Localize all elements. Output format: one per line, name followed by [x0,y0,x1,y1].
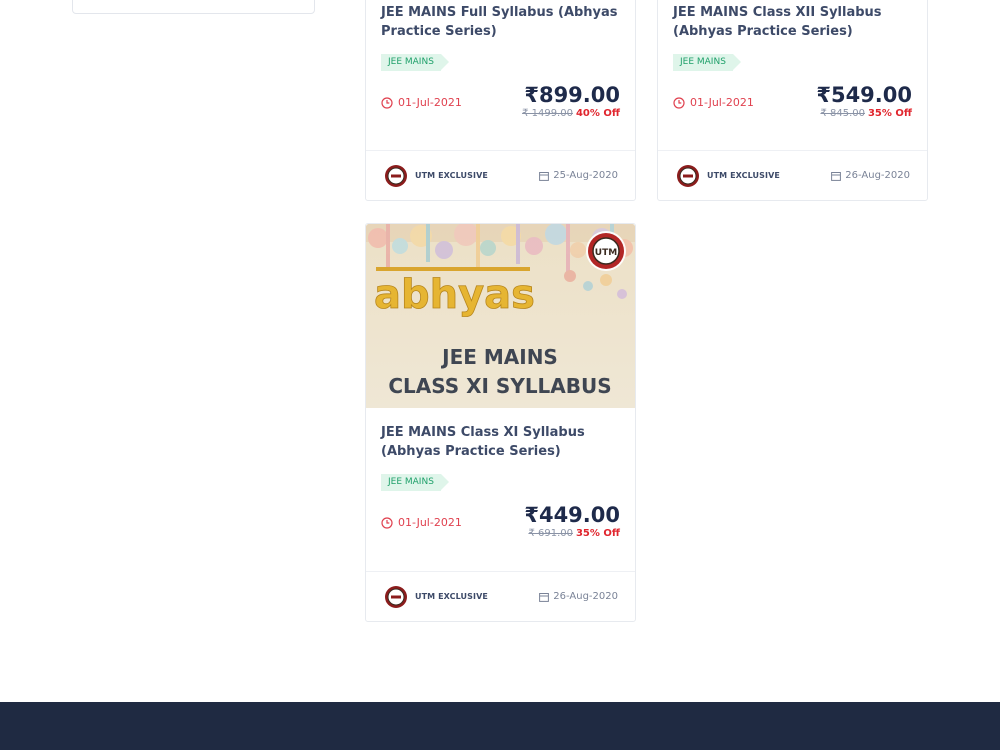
brand-label: UTM EXCLUSIVE [415,171,488,180]
site-footer [0,702,1000,750]
category-tag[interactable]: JEE MAINS [673,54,741,71]
brand[interactable]: UTM EXCLUSIVE [384,164,488,188]
posted-date-text: 26-Aug-2020 [553,591,618,602]
posted-date: 26-Aug-2020 [539,591,618,602]
course-card-1[interactable]: JEE MAINS Full Syllabus (Abhyas Practice… [365,0,636,201]
utm-badge-text: UTM [595,248,617,258]
original-price: ₹ 845.00 [820,108,865,119]
thumbnail-heading-2: CLASS XI SYLLABUS [388,374,611,398]
clock-icon [381,516,393,529]
calendar-icon [539,592,550,602]
card-footer: UTM EXCLUSIVE 26-Aug-2020 [366,571,635,621]
utm-logo-icon [385,585,407,608]
brand[interactable]: UTM EXCLUSIVE [384,585,488,609]
brand-label: UTM EXCLUSIVE [415,592,488,601]
start-date-text: 01-Jul-2021 [398,516,462,529]
card-footer: UTM EXCLUSIVE 25-Aug-2020 [366,150,635,200]
posted-date-text: 26-Aug-2020 [845,170,910,181]
start-date-text: 01-Jul-2021 [690,96,754,109]
category-tag[interactable]: JEE MAINS [381,474,449,491]
start-date: 01-Jul-2021 [381,516,462,529]
sidebar-filter-box [72,0,315,14]
category-tag[interactable]: JEE MAINS [381,54,449,71]
price-block: ₹549.00 ₹ 845.00 35% Off [816,83,912,121]
thumbnail-graphic: abhyas JEE MAINS CLASS XI SYLLABUS UTM [366,224,635,408]
course-thumbnail[interactable]: abhyas JEE MAINS CLASS XI SYLLABUS UTM [366,224,635,408]
brand[interactable]: UTM EXCLUSIVE [676,164,780,188]
current-price: ₹899.00 [524,83,620,107]
original-price: ₹ 691.00 [528,528,573,539]
thumbnail-logo-text: abhyas [374,272,535,318]
card-footer: UTM EXCLUSIVE 26-Aug-2020 [658,150,927,200]
utm-badge-icon: UTM [586,231,626,271]
course-title[interactable]: JEE MAINS Class XI Syllabus (Abhyas Prac… [381,423,620,461]
brand-label: UTM EXCLUSIVE [707,171,780,180]
original-price: ₹ 1499.00 [522,108,573,119]
utm-logo-icon [677,164,699,187]
clock-icon [381,96,393,109]
page: JEE MAINS Full Syllabus (Abhyas Practice… [0,0,1000,750]
posted-date-text: 25-Aug-2020 [553,170,618,181]
discount-label: 40% Off [575,108,620,119]
discount-label: 35% Off [575,528,620,539]
calendar-icon [831,171,842,181]
start-date: 01-Jul-2021 [673,96,754,109]
price-block: ₹449.00 ₹ 691.00 35% Off [524,503,620,541]
clock-icon [673,96,685,109]
discount-label: 35% Off [867,108,912,119]
thumbnail-heading-1: JEE MAINS [440,345,558,369]
posted-date: 26-Aug-2020 [831,170,910,181]
calendar-icon [539,171,550,181]
price-block: ₹899.00 ₹ 1499.00 40% Off [522,83,620,121]
start-date-text: 01-Jul-2021 [398,96,462,109]
current-price: ₹549.00 [816,83,912,107]
posted-date: 25-Aug-2020 [539,170,618,181]
course-title[interactable]: JEE MAINS Full Syllabus (Abhyas Practice… [381,3,620,41]
start-date: 01-Jul-2021 [381,96,462,109]
course-card-2[interactable]: JEE MAINS Class XII Syllabus (Abhyas Pra… [657,0,928,201]
course-title[interactable]: JEE MAINS Class XII Syllabus (Abhyas Pra… [673,3,912,41]
current-price: ₹449.00 [524,503,620,527]
utm-logo-icon [385,164,407,187]
course-card-3[interactable]: abhyas JEE MAINS CLASS XI SYLLABUS UTM J… [365,223,636,622]
